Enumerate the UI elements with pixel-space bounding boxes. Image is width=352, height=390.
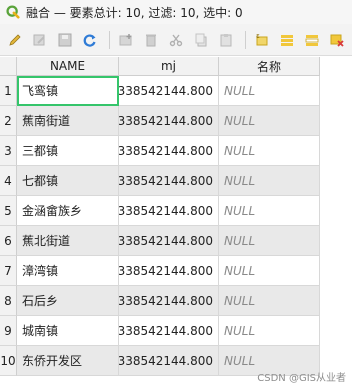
row-number[interactable]: 4 (0, 166, 17, 196)
mingcheng-cell[interactable]: NULL (219, 76, 320, 106)
select-all-icon[interactable] (276, 29, 298, 51)
mingcheng-cell[interactable]: NULL (219, 106, 320, 136)
name-cell[interactable]: 三都镇 (17, 136, 119, 166)
copy-icon[interactable] (190, 29, 212, 51)
edit-multiple-icon[interactable] (29, 29, 51, 51)
name-cell[interactable]: 蕉北街道 (17, 226, 119, 256)
window-title-bar: 融合 — 要素总计: 10, 过滤: 10, 选中: 0 (0, 0, 352, 24)
row-number[interactable]: 10 (0, 346, 17, 376)
name-cell[interactable]: 七都镇 (17, 166, 119, 196)
row-number[interactable]: 2 (0, 106, 17, 136)
mingcheng-cell[interactable]: NULL (219, 226, 320, 256)
mj-cell[interactable]: 338542144.800 (119, 76, 219, 106)
select-by-expression-icon[interactable]: ε (251, 29, 273, 51)
table-row[interactable]: 5 金涵畲族乡 338542144.800 NULL (0, 196, 320, 226)
mingcheng-cell[interactable]: NULL (219, 256, 320, 286)
row-number[interactable]: 3 (0, 136, 17, 166)
paste-icon[interactable] (215, 29, 237, 51)
toolbar-separator (109, 30, 110, 49)
table-row[interactable]: 7 漳湾镇 338542144.800 NULL (0, 256, 320, 286)
mj-cell[interactable]: 338542144.800 (119, 226, 219, 256)
window-title: 融合 — 要素总计: 10, 过滤: 10, 选中: 0 (26, 5, 243, 20)
row-number[interactable]: 7 (0, 256, 17, 286)
mj-cell[interactable]: 338542144.800 (119, 106, 219, 136)
name-cell[interactable]: 石后乡 (17, 286, 119, 316)
attribute-table: NAME mj 名称 1 飞鸾镇 338542144.800 NULL 2 蕉南… (0, 57, 320, 377)
mj-cell[interactable]: 338542144.800 (119, 166, 219, 196)
table-row[interactable]: 1 飞鸾镇 338542144.800 NULL (0, 76, 320, 106)
pencil-icon[interactable] (4, 29, 26, 51)
table-row[interactable]: 3 三都镇 338542144.800 NULL (0, 136, 320, 166)
mj-cell[interactable]: 338542144.800 (119, 286, 219, 316)
mj-cell[interactable]: 338542144.800 (119, 256, 219, 286)
mingcheng-cell[interactable]: NULL (219, 316, 320, 346)
table-row[interactable]: 6 蕉北街道 338542144.800 NULL (0, 226, 320, 256)
invert-selection-icon[interactable] (301, 29, 323, 51)
add-feature-icon[interactable] (115, 29, 137, 51)
select-all-corner[interactable] (0, 57, 17, 76)
refresh-icon[interactable] (79, 29, 101, 51)
row-number[interactable]: 9 (0, 316, 17, 346)
name-cell[interactable]: 金涵畲族乡 (17, 196, 119, 226)
qgis-logo-icon (6, 5, 20, 19)
mj-cell[interactable]: 338542144.800 (119, 346, 219, 376)
mj-cell[interactable]: 338542144.800 (119, 316, 219, 346)
column-header-mingcheng[interactable]: 名称 (219, 57, 320, 76)
table-row[interactable]: 9 城南镇 338542144.800 NULL (0, 316, 320, 346)
table-header-row: NAME mj 名称 (0, 57, 320, 76)
mingcheng-cell[interactable]: NULL (219, 196, 320, 226)
watermark: CSDN @GIS从业者 (257, 373, 346, 384)
table-row[interactable]: 8 石后乡 338542144.800 NULL (0, 286, 320, 316)
svg-text:ε: ε (256, 32, 260, 40)
name-cell[interactable]: 东侨开发区 (17, 346, 119, 376)
deselect-icon[interactable] (326, 29, 348, 51)
mj-cell[interactable]: 338542144.800 (119, 136, 219, 166)
name-cell[interactable]: 飞鸾镇 (17, 76, 119, 106)
delete-icon[interactable] (140, 29, 162, 51)
name-cell[interactable]: 漳湾镇 (17, 256, 119, 286)
save-icon[interactable] (54, 29, 76, 51)
table-row[interactable]: 2 蕉南街道 338542144.800 NULL (0, 106, 320, 136)
mingcheng-cell[interactable]: NULL (219, 286, 320, 316)
table-body: 1 飞鸾镇 338542144.800 NULL 2 蕉南街道 33854214… (0, 76, 320, 376)
row-number[interactable]: 1 (0, 76, 17, 106)
name-cell[interactable]: 蕉南街道 (17, 106, 119, 136)
name-cell[interactable]: 城南镇 (17, 316, 119, 346)
table-row[interactable]: 4 七都镇 338542144.800 NULL (0, 166, 320, 196)
row-number[interactable]: 5 (0, 196, 17, 226)
row-number[interactable]: 6 (0, 226, 17, 256)
mingcheng-cell[interactable]: NULL (219, 136, 320, 166)
mingcheng-cell[interactable]: NULL (219, 166, 320, 196)
mj-cell[interactable]: 338542144.800 (119, 196, 219, 226)
toolbar-separator (245, 30, 246, 49)
cut-icon[interactable] (165, 29, 187, 51)
row-number[interactable]: 8 (0, 286, 17, 316)
column-header-mj[interactable]: mj (119, 57, 219, 76)
attribute-table-toolbar: ε (0, 24, 352, 56)
column-header-name[interactable]: NAME (17, 57, 119, 76)
